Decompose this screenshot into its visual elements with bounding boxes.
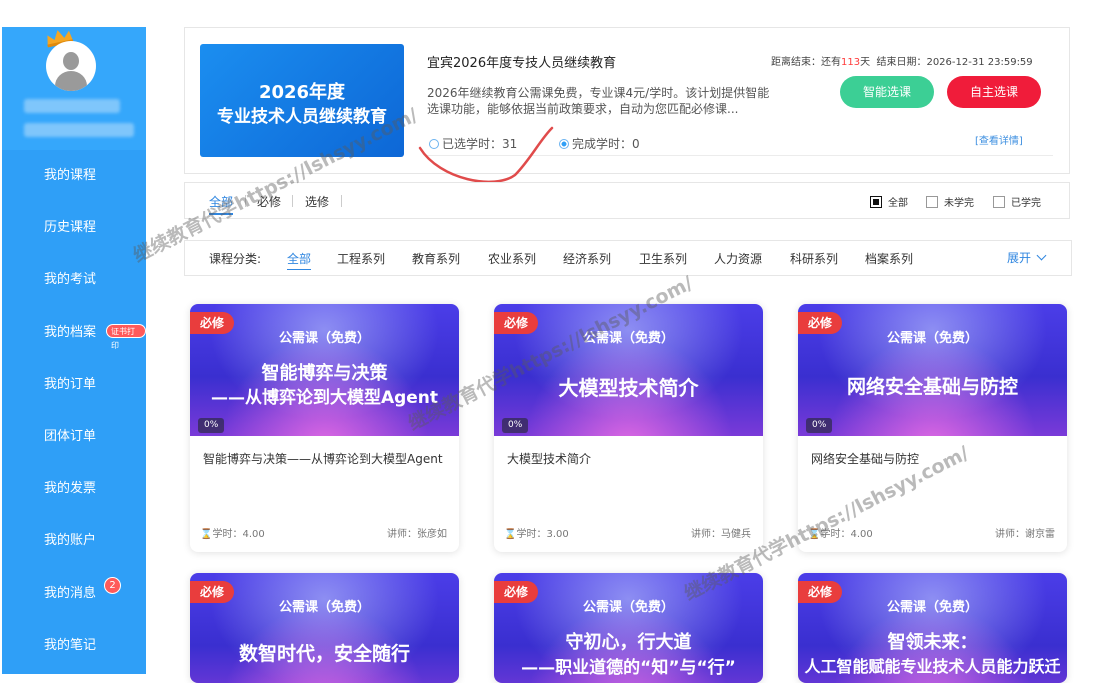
- course-teacher: 讲师：张彦如: [387, 529, 447, 540]
- category-bar: 课程分类: 全部 工程系列 教育系列 农业系列 经济系列 卫生系列 人力资源 科…: [184, 240, 1072, 276]
- checkbox-checked-icon: [870, 196, 882, 208]
- category-economics[interactable]: 经济系列: [563, 250, 611, 267]
- course-card[interactable]: 必修 公需课（免费） 网络安全基础与防控 0% 网络安全基础与防控 ⌛学时：4.…: [798, 304, 1067, 552]
- course-hours: 学时：4.00: [820, 529, 873, 540]
- course-card[interactable]: 必修 公需课（免费） 大模型技术简介 0% 大模型技术简介 ⌛学时：3.00 讲师…: [494, 304, 763, 552]
- smart-select-button[interactable]: 智能选课: [840, 76, 934, 108]
- radio-checked-icon: [559, 139, 569, 149]
- category-health[interactable]: 卫生系列: [639, 250, 687, 267]
- sidebar-item-group-orders[interactable]: 团体订单: [2, 411, 146, 463]
- check-unfinished[interactable]: 未学完: [926, 194, 974, 209]
- checkbox-icon: [926, 196, 938, 208]
- course-title: 大模型技术简介: [507, 452, 592, 466]
- profile-area: [2, 27, 146, 150]
- course-cover: 必修 公需课（免费） 数智时代，安全随行: [190, 573, 459, 683]
- certificate-print-badge: 证书打印: [106, 323, 146, 350]
- sidebar-item-my-orders[interactable]: 我的订单: [2, 359, 146, 411]
- checkbox-icon: [993, 196, 1005, 208]
- annotation-curve: [418, 126, 554, 184]
- filter-bar: 全部 必修 选修 全部 未学完 已学完: [184, 182, 1070, 219]
- course-cover: 必修 公需课（免费） 大模型技术简介 0%: [494, 304, 763, 436]
- category-label: 课程分类:: [209, 252, 262, 266]
- view-details-link[interactable]: [查看详情]: [975, 132, 1023, 147]
- check-all[interactable]: 全部: [870, 194, 908, 209]
- plan-description: 2026年继续教育公需课免费，专业课4元/学时。该计划提供智能选课功能，能够依据…: [427, 86, 770, 116]
- category-research[interactable]: 科研系列: [790, 250, 838, 267]
- plan-deadline: 距离结束：还有113天 结束日期：2026-12-31 23:59:59: [771, 57, 1033, 68]
- tab-all[interactable]: 全部: [209, 193, 234, 215]
- sidebar: 我的课程 历史课程 我的考试 我的档案 证书打印 我的订单 团体订单 我的发票 我…: [2, 27, 146, 674]
- sidebar-item-my-notes[interactable]: 我的笔记: [2, 620, 146, 672]
- completed-hours: 完成学时：0: [559, 135, 640, 152]
- progress-label: 0%: [198, 418, 225, 433]
- course-card[interactable]: 必修 公需课（免费） 守初心，行大道 ——职业道德的“知”与“行”: [494, 573, 763, 683]
- tab-required[interactable]: 必修: [257, 193, 281, 210]
- plan-title: 宜宾2026年度专技人员继续教育: [427, 56, 617, 71]
- category-education[interactable]: 教育系列: [412, 250, 460, 267]
- plan-card: 2026年度 专业技术人员继续教育 宜宾2026年度专技人员继续教育 距离结束：…: [184, 27, 1070, 174]
- message-count-badge: 2: [104, 576, 121, 594]
- course-cover: 必修 公需课（免费） 智领未来： 人工智能赋能专业技术人员能力跃迁: [798, 573, 1067, 683]
- sidebar-item-history-courses[interactable]: 历史课程: [2, 202, 146, 254]
- check-finished[interactable]: 已学完: [993, 194, 1041, 209]
- category-agriculture[interactable]: 农业系列: [488, 250, 536, 267]
- progress-label: 0%: [806, 418, 833, 433]
- sidebar-item-my-account[interactable]: 我的账户: [2, 515, 146, 567]
- course-card[interactable]: 必修 公需课（免费） 智能博弈与决策 ——从博弈论到大模型Agent 0% 智能…: [190, 304, 459, 552]
- banner-title: 专业技术人员继续教育: [217, 107, 387, 127]
- banner-year: 2026年度: [258, 82, 346, 103]
- sidebar-item-my-invoices[interactable]: 我的发票: [2, 463, 146, 515]
- days-remaining: 113: [841, 57, 861, 68]
- course-hours: 学时：4.00: [212, 529, 265, 540]
- course-title: 智能博弈与决策——从博弈论到大模型Agent: [203, 452, 443, 466]
- progress-label: 0%: [502, 418, 529, 433]
- sidebar-item-my-exams[interactable]: 我的考试: [2, 254, 146, 306]
- category-all[interactable]: 全部: [287, 250, 312, 270]
- category-hr[interactable]: 人力资源: [714, 250, 762, 267]
- sidebar-item-my-courses[interactable]: 我的课程: [2, 150, 146, 202]
- self-select-button[interactable]: 自主选课: [947, 76, 1041, 108]
- plan-banner: 2026年度 专业技术人员继续教育: [200, 44, 404, 157]
- chevron-down-icon: [1036, 250, 1047, 261]
- course-title: 网络安全基础与防控: [811, 452, 920, 466]
- course-teacher: 讲师：谢京雷: [995, 529, 1055, 540]
- course-teacher: 讲师：马健兵: [691, 529, 751, 540]
- category-archive[interactable]: 档案系列: [865, 250, 913, 267]
- tab-elective[interactable]: 选修: [305, 193, 329, 210]
- username-blurred: [24, 99, 120, 113]
- expand-button[interactable]: 展开: [1007, 249, 1047, 266]
- course-hours: 学时：3.00: [516, 529, 569, 540]
- course-cover: 必修 公需课（免费） 网络安全基础与防控 0%: [798, 304, 1067, 436]
- hourglass-icon: ⌛: [200, 529, 213, 540]
- org-blurred: [24, 123, 134, 137]
- hourglass-icon: ⌛: [808, 529, 821, 540]
- course-card[interactable]: 必修 公需课（免费） 智领未来： 人工智能赋能专业技术人员能力跃迁: [798, 573, 1067, 683]
- sidebar-item-my-archive[interactable]: 我的档案 证书打印: [2, 307, 146, 359]
- course-cover: 必修 公需课（免费） 守初心，行大道 ——职业道德的“知”与“行”: [494, 573, 763, 683]
- end-date: 结束日期：2026-12-31 23:59:59: [876, 57, 1033, 68]
- sidebar-item-my-messages[interactable]: 我的消息 2: [2, 568, 146, 620]
- hourglass-icon: ⌛: [504, 529, 517, 540]
- course-card[interactable]: 必修 公需课（免费） 数智时代，安全随行: [190, 573, 459, 683]
- course-cover: 必修 公需课（免费） 智能博弈与决策 ——从博弈论到大模型Agent 0%: [190, 304, 459, 436]
- category-engineering[interactable]: 工程系列: [337, 250, 385, 267]
- avatar[interactable]: [46, 41, 96, 91]
